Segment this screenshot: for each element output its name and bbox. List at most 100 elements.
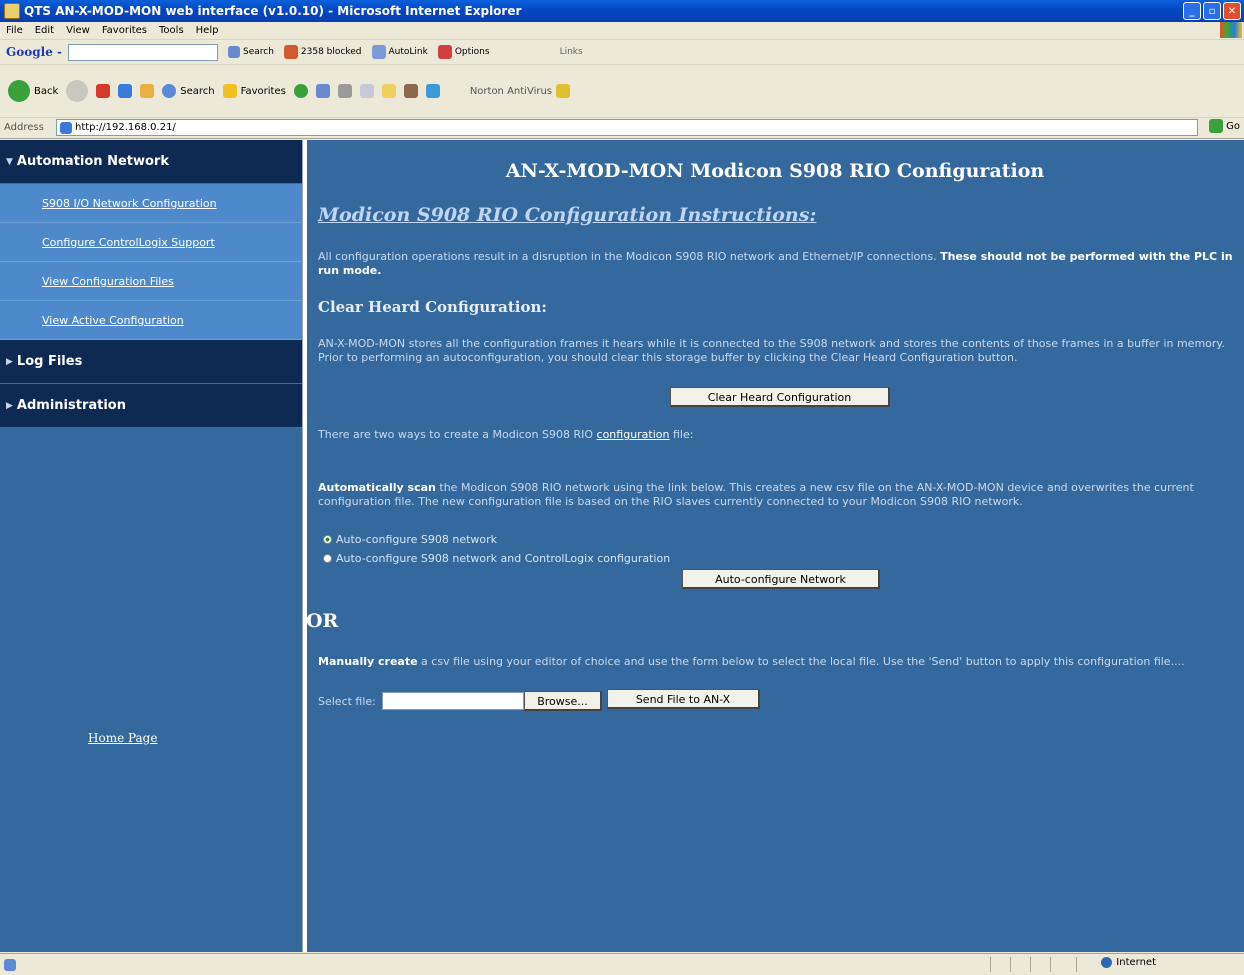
window-title: QTS AN-X-MOD-MON web interface (v1.0.10)… <box>24 4 522 18</box>
menu-edit[interactable]: Edit <box>35 25 54 36</box>
go-label: Go <box>1226 120 1240 132</box>
intro-paragraph: All configuration operations result in a… <box>318 250 1240 278</box>
maximize-button[interactable]: ▫ <box>1203 2 1221 20</box>
nav-item-s908-io-config-link[interactable]: S908 I/O Network Configuration <box>42 197 217 210</box>
two-ways-prefix: There are two ways to create a Modicon S… <box>318 428 594 441</box>
refresh-button[interactable] <box>118 84 133 98</box>
clear-heard-config-button[interactable]: Clear Heard Configuration <box>670 387 890 407</box>
standard-toolbar: Back Search Favorites Norton AntiVirus <box>0 65 1244 118</box>
instructions-heading[interactable]: Modicon S908 RIO Configuration Instructi… <box>318 204 816 226</box>
radio-auto-s908-label: Auto-configure S908 network <box>336 533 498 546</box>
minimize-button[interactable]: _ <box>1183 2 1201 20</box>
blocked-count: 2358 blocked <box>300 47 362 57</box>
window-title-bar[interactable]: QTS AN-X-MOD-MON web interface (v1.0.10)… <box>0 0 1244 22</box>
radio-auto-s908-controllogix[interactable]: Auto-configure S908 network and ControlL… <box>323 552 670 565</box>
configuration-link[interactable]: configuration <box>597 428 670 441</box>
nav-administration[interactable]: ▶ Administration <box>0 384 302 428</box>
nav-item-view-config-files-link[interactable]: View Configuration Files <box>42 275 174 288</box>
manual-bold: Manually create <box>318 655 418 668</box>
nav-item-controllogix-support[interactable]: Configure ControlLogix Support <box>0 223 302 262</box>
status-separator <box>1076 957 1077 972</box>
options-icon <box>437 45 452 59</box>
status-separator <box>990 957 991 972</box>
nav-log-files[interactable]: ▶ Log Files <box>0 340 302 384</box>
edit-button[interactable] <box>359 84 374 98</box>
print-icon <box>337 84 352 98</box>
close-button[interactable]: ✕ <box>1223 2 1241 20</box>
nav-item-view-active-config[interactable]: View Active Configuration <box>0 301 302 340</box>
nav-automation-network[interactable]: ▼ Automation Network <box>0 140 302 184</box>
status-separator <box>1050 957 1051 972</box>
collapsed-arrow-icon: ▶ <box>6 356 13 367</box>
norton-antivirus-button[interactable]: Norton AntiVirus <box>469 84 571 98</box>
menu-file[interactable]: File <box>6 25 23 36</box>
folder-button[interactable] <box>381 84 396 98</box>
stop-icon <box>96 84 111 98</box>
mail-icon <box>315 84 330 98</box>
ie-page-icon <box>4 3 20 19</box>
research-button[interactable] <box>403 84 418 98</box>
favorites-button[interactable]: Favorites <box>222 84 286 98</box>
forward-button[interactable] <box>66 80 89 102</box>
search-button[interactable]: Search <box>162 84 215 98</box>
menu-tools[interactable]: Tools <box>159 25 184 36</box>
google-search-button[interactable]: Search <box>228 46 274 58</box>
norton-label: Norton AntiVirus <box>469 85 553 97</box>
security-zone[interactable]: Internet <box>1101 957 1156 968</box>
manual-paragraph: Manually create a csv file using your ed… <box>318 655 1240 669</box>
refresh-icon <box>118 84 133 98</box>
windows-logo-icon <box>1220 22 1242 38</box>
radio-auto-s908[interactable]: Auto-configure S908 network <box>323 533 497 546</box>
menu-favorites[interactable]: Favorites <box>102 25 147 36</box>
google-search-input[interactable] <box>68 43 218 61</box>
home-page-link[interactable]: Home Page <box>88 731 157 745</box>
nav-log-files-label: Log Files <box>16 354 83 369</box>
go-button[interactable]: Go <box>1209 119 1240 133</box>
menu-help[interactable]: Help <box>196 25 219 36</box>
popup-blocker-button[interactable]: 2358 blocked <box>283 45 362 59</box>
history-button[interactable] <box>293 84 308 98</box>
status-separator <box>1010 957 1011 972</box>
favorites-label: Favorites <box>240 85 286 97</box>
nav-item-s908-io-config[interactable]: S908 I/O Network Configuration <box>0 184 302 223</box>
or-label: OR <box>306 610 339 632</box>
two-ways-suffix: file: <box>673 428 694 441</box>
norton-icon <box>556 84 571 98</box>
search-label: Search <box>180 85 215 97</box>
select-file-label: Select file: <box>318 695 376 708</box>
mail-button[interactable] <box>315 84 330 98</box>
send-file-button[interactable]: Send File to AN-X <box>607 689 760 709</box>
nav-item-view-config-files[interactable]: View Configuration Files <box>0 262 302 301</box>
links-label[interactable]: Links <box>560 47 583 57</box>
back-label: Back <box>34 85 59 97</box>
page-title: AN-X-MOD-MON Modicon S908 RIO Configurat… <box>505 160 1045 182</box>
google-search-label: Search <box>243 47 274 57</box>
address-input[interactable]: http://192.168.0.21/ <box>56 119 1198 136</box>
stop-button[interactable] <box>96 84 111 98</box>
window-controls: _ ▫ ✕ <box>1183 2 1241 20</box>
main-panel: AN-X-MOD-MON Modicon S908 RIO Configurat… <box>306 140 1244 952</box>
radio-unselected[interactable] <box>323 554 332 563</box>
file-path-input[interactable] <box>382 692 524 710</box>
favorites-star-icon <box>222 84 237 98</box>
radio-selected[interactable] <box>323 535 332 544</box>
home-button[interactable] <box>140 84 155 98</box>
auto-configure-network-button[interactable]: Auto-configure Network <box>682 569 880 589</box>
nav-item-view-active-config-link[interactable]: View Active Configuration <box>42 314 184 327</box>
nav-automation-network-label: Automation Network <box>16 154 169 169</box>
menu-view[interactable]: View <box>66 25 90 36</box>
messenger-button[interactable] <box>425 84 440 98</box>
browse-button[interactable]: Browse... <box>524 691 602 711</box>
options-button[interactable]: Options <box>437 45 490 59</box>
autolink-icon <box>371 45 386 59</box>
research-icon <box>403 84 418 98</box>
zone-label: Internet <box>1116 957 1156 968</box>
nav-item-controllogix-link[interactable]: Configure ControlLogix Support <box>42 236 215 249</box>
intro-text: All configuration operations result in a… <box>318 250 937 263</box>
auto-text: the Modicon S908 RIO network using the l… <box>318 481 1194 508</box>
print-button[interactable] <box>337 84 352 98</box>
options-label: Options <box>454 47 490 57</box>
autolink-button[interactable]: AutoLink <box>371 45 428 59</box>
google-logo[interactable]: Google - <box>6 45 62 59</box>
back-button[interactable]: Back <box>8 80 58 102</box>
